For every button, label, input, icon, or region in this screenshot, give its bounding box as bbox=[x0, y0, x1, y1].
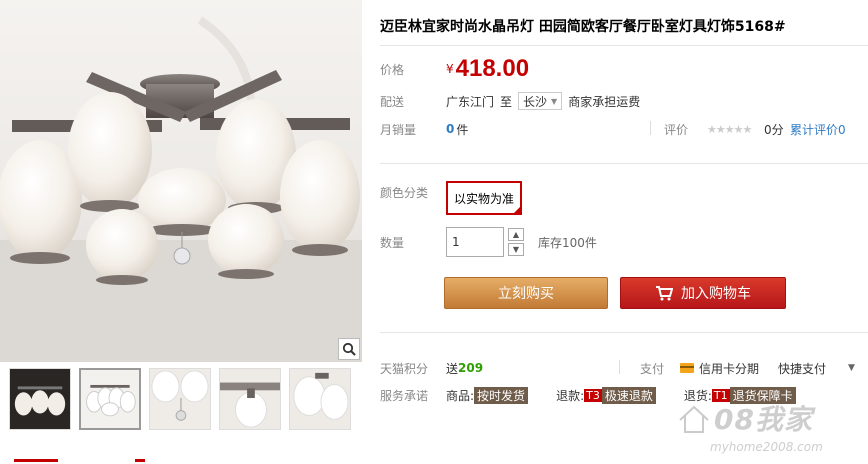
monthly-sales-unit: 件 bbox=[456, 122, 469, 137]
thumbnail-2[interactable] bbox=[79, 368, 141, 430]
separator bbox=[650, 121, 651, 135]
service-label: 服务承诺 bbox=[380, 388, 429, 403]
shipping-row: 配送 广东江门 至 长沙 ▼ 商家承担运费 bbox=[380, 91, 640, 111]
quantity-label: 数量 bbox=[380, 235, 405, 250]
sales-row: 月销量 0 件 评价 ★★★★★ 0分 累计评价0 bbox=[380, 119, 868, 139]
service-goods-prefix: 商品: bbox=[446, 388, 475, 403]
shipping-origin: 广东江门 bbox=[446, 94, 495, 109]
quick-pay-label[interactable]: 快捷支付 bbox=[778, 360, 826, 377]
buy-now-label: 立刻购买 bbox=[498, 286, 554, 302]
monthly-sales-label: 月销量 bbox=[380, 122, 417, 137]
destination-select[interactable]: 长沙 ▼ bbox=[518, 92, 563, 110]
points-payment-row: 天猫积分 送 209 支付 信用卡分期 快捷支付 ▼ bbox=[380, 358, 868, 378]
color-row: 颜色分类 以实物为准 bbox=[380, 180, 523, 216]
service-refund-prefix: 退款: bbox=[556, 388, 585, 403]
points-value: 209 bbox=[458, 361, 484, 375]
caret-down-icon[interactable]: ▼ bbox=[848, 363, 855, 373]
quantity-row: 数量 1 ▲ ▼ 库存100件 bbox=[380, 226, 597, 258]
credit-card-icon bbox=[680, 363, 694, 373]
product-detail-page: { "product": { "title": "迈臣林宜家时尚水晶吊灯 田园简… bbox=[0, 0, 868, 464]
total-reviews-link[interactable]: 累计评价0 bbox=[790, 121, 846, 138]
separator bbox=[619, 360, 620, 374]
tab-indicator-secondary bbox=[135, 459, 145, 462]
rating-label: 评价 bbox=[664, 122, 689, 137]
payment-label: 支付 bbox=[640, 361, 665, 376]
thumbnail-5[interactable] bbox=[289, 368, 351, 430]
divider bbox=[380, 45, 868, 46]
buy-now-button[interactable]: 立刻购买 bbox=[444, 277, 608, 309]
credit-installment-label: 信用卡分期 bbox=[699, 361, 760, 376]
color-label: 颜色分类 bbox=[380, 186, 429, 200]
product-title: 迈臣林宜家时尚水晶吊灯 田园简欧客厅餐厅卧室灯具灯饰5168# bbox=[380, 19, 786, 35]
tab-indicator bbox=[14, 459, 58, 462]
price-row: 价格 ¥ 418.00 bbox=[380, 54, 529, 84]
thumbnail-strip bbox=[0, 368, 362, 438]
divider bbox=[380, 163, 868, 164]
monthly-sales-count: 0 bbox=[446, 122, 455, 136]
currency-symbol: ¥ bbox=[446, 62, 454, 76]
divider bbox=[380, 332, 868, 333]
color-option-label: 以实物为准 bbox=[454, 191, 515, 206]
credit-installment[interactable]: 信用卡分期 bbox=[680, 360, 759, 377]
house-icon bbox=[679, 405, 709, 433]
service-refund-tag[interactable]: 极速退款 bbox=[601, 386, 656, 404]
cart-icon bbox=[656, 286, 673, 301]
thumbnail-4[interactable] bbox=[219, 368, 281, 430]
thumbnail-3[interactable] bbox=[149, 368, 211, 430]
points-prefix: 送 bbox=[446, 361, 459, 376]
shipping-label: 配送 bbox=[380, 94, 405, 109]
rating-stars: ★★★★★ bbox=[707, 122, 752, 136]
arrow-up-icon[interactable]: ▲ bbox=[508, 228, 524, 241]
zoom-button[interactable] bbox=[338, 338, 360, 360]
chandelier-image bbox=[0, 16, 362, 362]
caret-down-icon: ▼ bbox=[551, 96, 558, 106]
image-gallery bbox=[0, 0, 362, 464]
product-info-panel: 迈臣林宜家时尚水晶吊灯 田园简欧客厅餐厅卧室灯具灯饰5168# 价格 ¥ 418… bbox=[380, 0, 868, 464]
price-value: 418.00 bbox=[455, 55, 530, 82]
add-to-cart-label: 加入购物车 bbox=[681, 286, 751, 302]
service-goods-tag[interactable]: 按时发货 bbox=[474, 386, 529, 404]
watermark-url: myhome2008.com bbox=[710, 440, 823, 454]
thumbnail-1[interactable] bbox=[9, 368, 71, 430]
color-option-selected[interactable]: 以实物为准 bbox=[446, 181, 523, 215]
shipping-note: 商家承担运费 bbox=[568, 94, 641, 109]
arrow-down-icon[interactable]: ▼ bbox=[508, 243, 524, 256]
watermark: 08我家 myhome2008.com bbox=[670, 398, 868, 464]
destination-value: 长沙 bbox=[523, 94, 548, 109]
stock-text: 库存100件 bbox=[538, 235, 597, 250]
selected-check-icon bbox=[512, 205, 523, 215]
rating-score: 0分 bbox=[764, 122, 784, 137]
price-label: 价格 bbox=[380, 62, 405, 77]
quantity-input[interactable]: 1 bbox=[446, 227, 504, 257]
magnifier-icon bbox=[342, 342, 356, 356]
watermark-brand: 08我家 bbox=[714, 403, 813, 436]
shipping-to: 至 bbox=[500, 94, 513, 109]
main-product-image[interactable] bbox=[0, 0, 362, 362]
add-to-cart-button[interactable]: 加入购物车 bbox=[620, 277, 786, 309]
refund-badge: T3 bbox=[584, 388, 602, 402]
points-label: 天猫积分 bbox=[380, 361, 429, 376]
quantity-stepper: ▲ ▼ bbox=[508, 228, 524, 256]
